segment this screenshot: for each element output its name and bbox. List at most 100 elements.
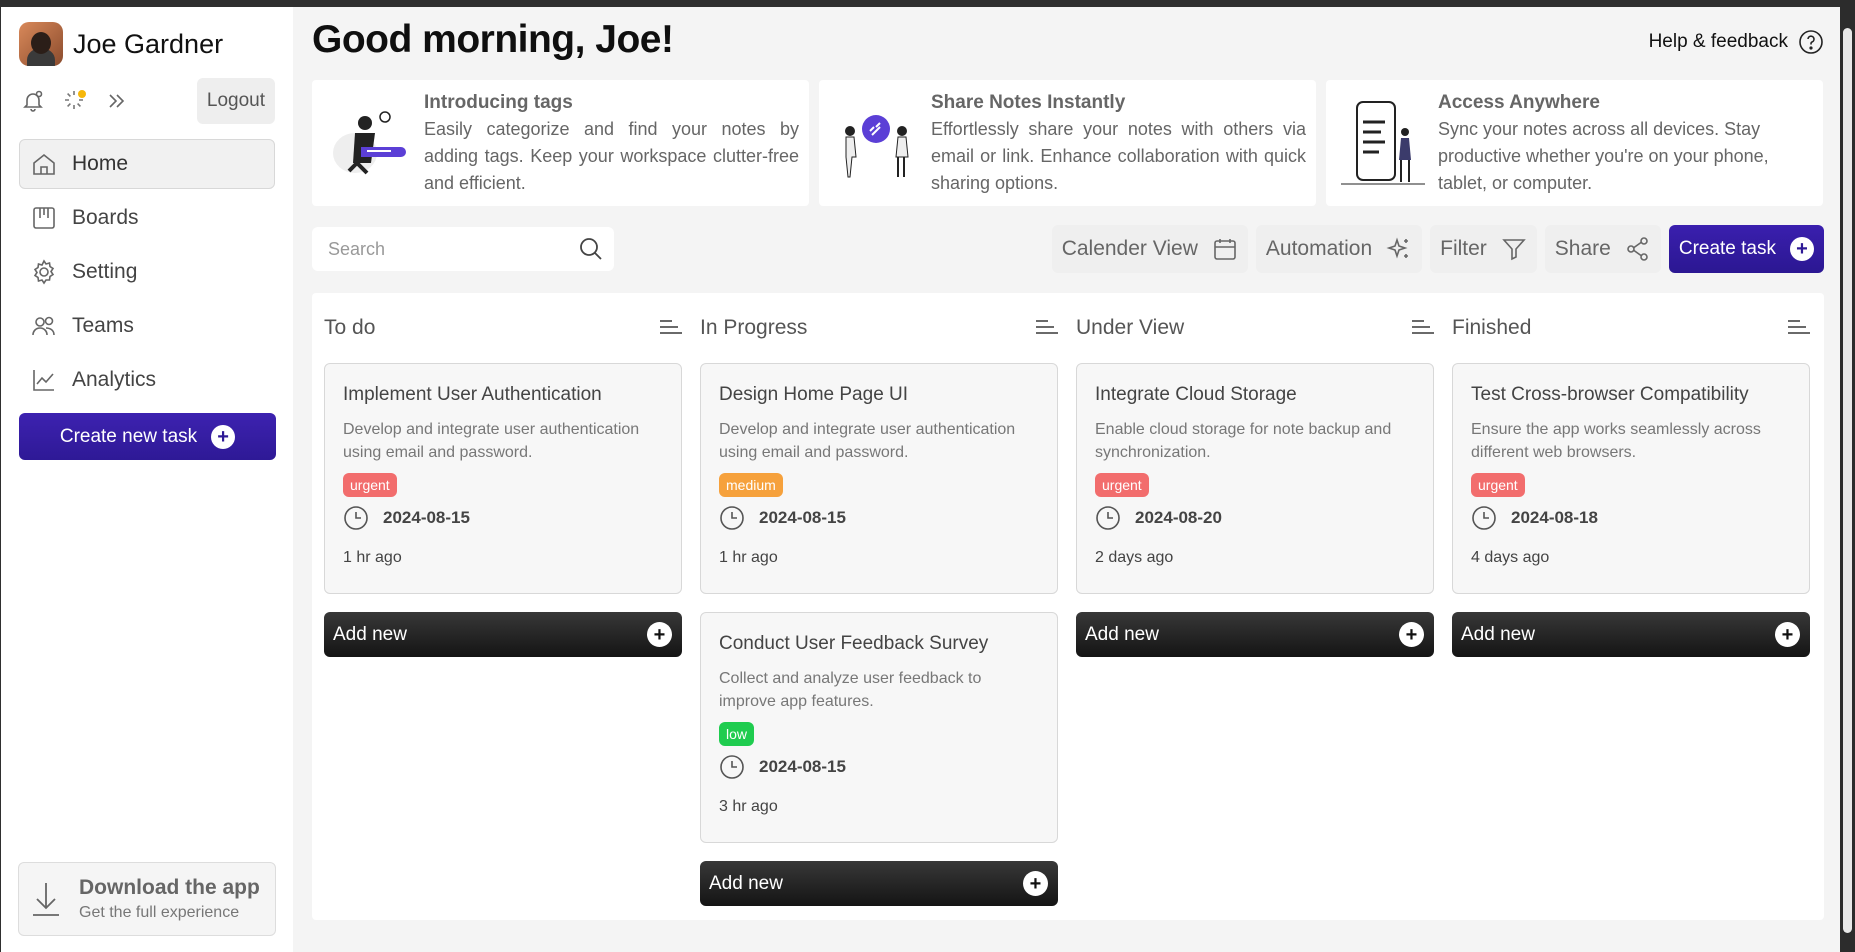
task-card[interactable]: Design Home Page UI Develop and integrat… — [700, 363, 1058, 594]
sparkles-icon — [1386, 237, 1409, 259]
plus-icon: + — [1790, 237, 1814, 261]
column-menu-icon[interactable] — [658, 316, 682, 340]
create-new-task-button[interactable]: Create new task + — [19, 413, 276, 460]
card-title: Integrate Cloud Storage — [1095, 384, 1297, 405]
sidebar-item-label: Setting — [72, 260, 138, 283]
due-date-value: 2024-08-18 — [1511, 508, 1598, 527]
card-description: Develop and integrate user authenticatio… — [719, 421, 1016, 461]
sidebar-item-label: Analytics — [72, 368, 157, 391]
due-date-value: 2024-08-15 — [383, 508, 470, 527]
card-timestamp: 1 hr ago — [343, 549, 402, 566]
clock-icon — [344, 506, 368, 530]
card-due-date: 2024-08-18 — [1471, 505, 1791, 531]
card-description: Enable cloud storage for note backup and… — [1095, 421, 1392, 461]
chevrons-right-icon[interactable] — [103, 87, 131, 115]
task-card[interactable]: Integrate Cloud Storage Enable cloud sto… — [1076, 363, 1434, 594]
share-illustration — [831, 90, 921, 196]
scrollbar-thumb[interactable] — [1843, 28, 1852, 933]
logout-button[interactable]: Logout — [196, 78, 275, 124]
card-due-date: 2024-08-15 — [719, 754, 1039, 780]
column-under-view: Under View Integrate Cloud Storage Enabl… — [1076, 293, 1434, 657]
help-label: Help & feedback — [1648, 31, 1788, 52]
task-card[interactable]: Implement User Authentication Develop an… — [324, 363, 682, 594]
access-illustration — [1338, 90, 1428, 196]
card-timestamp: 3 hr ago — [719, 798, 778, 815]
app-window: Joe Gardner Logout Home Boards Setting T… — [0, 0, 1840, 952]
promo-title: Introducing tags — [424, 92, 573, 113]
card-timestamp: 4 days ago — [1471, 549, 1550, 566]
share-button[interactable]: Share — [1544, 225, 1661, 273]
loader-icon[interactable] — [61, 87, 89, 115]
card-description: Develop and integrate user authenticatio… — [343, 421, 640, 461]
sidebar-item-analytics[interactable]: Analytics — [19, 355, 275, 405]
card-title: Test Cross-browser Compatibility — [1471, 384, 1749, 405]
sidebar-item-teams[interactable]: Teams — [19, 301, 275, 351]
priority-badge: urgent — [1471, 473, 1525, 497]
automation-button[interactable]: Automation — [1255, 225, 1423, 273]
column-menu-icon[interactable] — [1410, 316, 1434, 340]
bell-icon[interactable] — [19, 87, 47, 115]
teams-icon — [32, 316, 55, 336]
create-task-button[interactable]: Create task + — [1668, 225, 1824, 273]
avatar[interactable] — [19, 22, 63, 66]
download-app-banner[interactable]: Download the app Get the full experience — [18, 862, 276, 936]
add-new-button[interactable]: Add new + — [1452, 612, 1810, 657]
search-icon[interactable] — [578, 236, 604, 262]
main-content: Good morning, Joe! Help & feedback Intro… — [311, 7, 1824, 952]
plus-icon: + — [647, 622, 672, 647]
clock-icon — [720, 506, 744, 530]
task-card[interactable]: Conduct User Feedback Survey Collect and… — [700, 612, 1058, 843]
clock-icon — [720, 755, 744, 779]
add-new-button[interactable]: Add new + — [1076, 612, 1434, 657]
calendar-view-button[interactable]: Calender View — [1051, 225, 1248, 273]
promo-text: Easily categorize and find your notes by… — [424, 119, 799, 193]
calendar-icon — [1214, 239, 1236, 260]
create-new-task-label: Create new task — [59, 425, 198, 447]
gear-icon — [33, 259, 55, 285]
download-icon — [33, 883, 59, 916]
user-name: Joe Gardner — [73, 28, 224, 59]
column-menu-icon[interactable] — [1786, 316, 1810, 340]
priority-badge: low — [719, 722, 755, 746]
add-new-label: Add new — [1461, 623, 1535, 645]
column-menu-icon[interactable] — [1034, 316, 1058, 340]
filter-button[interactable]: Filter — [1430, 225, 1537, 273]
create-task-label: Create task — [1678, 238, 1776, 259]
sidebar-item-label: Home — [72, 152, 129, 175]
promo-text: Sync your notes across all devices. Stay… — [1438, 119, 1769, 193]
search-input[interactable] — [328, 238, 578, 260]
column-title: In Progress — [700, 316, 808, 339]
task-card[interactable]: Test Cross-browser Compatibility Ensure … — [1452, 363, 1810, 594]
add-new-button[interactable]: Add new + — [700, 861, 1058, 906]
window-scrollbar[interactable] — [1840, 0, 1855, 952]
add-new-label: Add new — [333, 623, 407, 645]
card-description: Ensure the app works seamlessly across d… — [1471, 421, 1761, 461]
column-title: Finished — [1452, 316, 1532, 339]
promo-cards: Introducing tags Easily categorize and f… — [312, 80, 1823, 206]
plus-icon: + — [211, 424, 236, 449]
card-due-date: 2024-08-15 — [719, 505, 1039, 531]
download-title: Download the app — [79, 876, 260, 899]
promo-card-access[interactable]: Access Anywhere Sync your notes across a… — [1326, 80, 1823, 206]
sidebar-item-setting[interactable]: Setting — [19, 247, 275, 297]
card-title: Implement User Authentication — [343, 384, 602, 405]
help-feedback-link[interactable]: Help & feedback — [1649, 29, 1824, 55]
calendar-view-label: Calender View — [1061, 237, 1198, 260]
promo-card-share[interactable]: Share Notes Instantly Effortlessly share… — [819, 80, 1316, 206]
card-title: Design Home Page UI — [719, 384, 909, 405]
priority-badge: urgent — [1095, 473, 1149, 497]
share-label: Share — [1554, 237, 1611, 260]
automation-label: Automation — [1265, 237, 1373, 260]
home-icon — [33, 153, 55, 175]
card-timestamp: 1 hr ago — [719, 549, 778, 566]
add-new-button[interactable]: Add new + — [324, 612, 682, 657]
due-date-value: 2024-08-15 — [759, 508, 846, 527]
user-profile[interactable]: Joe Gardner — [19, 21, 275, 67]
sidebar-item-home[interactable]: Home — [19, 139, 275, 189]
add-new-label: Add new — [1085, 623, 1159, 645]
board-toolbar: Calender View Automation Filter Share Cr… — [1051, 225, 1824, 273]
sidebar-item-boards[interactable]: Boards — [19, 193, 275, 243]
card-timestamp: 2 days ago — [1095, 549, 1174, 566]
clock-icon — [1096, 506, 1120, 530]
promo-card-tags[interactable]: Introducing tags Easily categorize and f… — [312, 80, 809, 206]
